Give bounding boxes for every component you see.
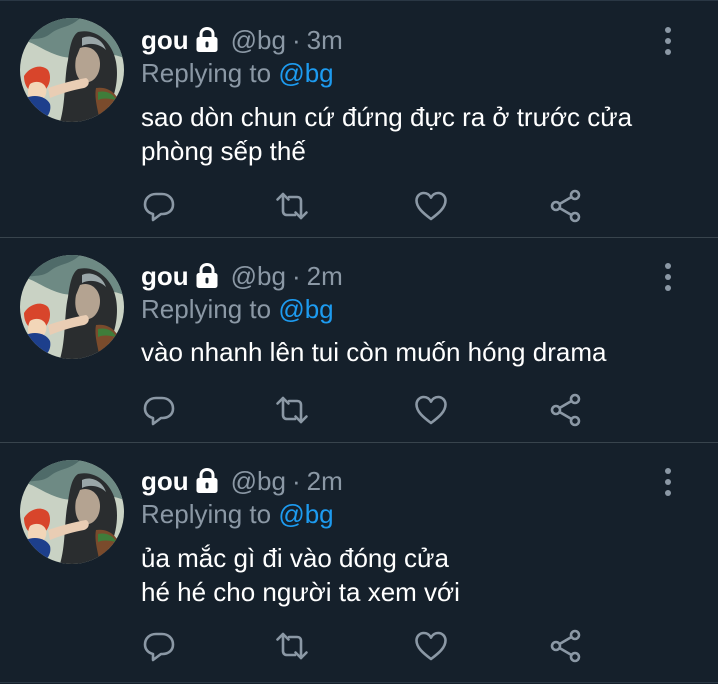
- retweet-icon[interactable]: [274, 188, 310, 224]
- tweet-text-line: hé hé cho người ta xem với: [141, 577, 460, 607]
- tweet-text: ủa mắc gì đi vào đóng cửa hé hé cho ngườ…: [141, 541, 678, 609]
- lock-icon: [195, 263, 219, 289]
- tweet-text-line: vào nhanh lên tui còn muốn hóng drama: [141, 337, 607, 367]
- tweet-text: sao dòn chun cứ đứng đực ra ở trước cửa …: [141, 100, 678, 168]
- handle[interactable]: @bg: [231, 260, 286, 292]
- tweet[interactable]: gou @bg · 2m Replying to @bg ủa mắc gì đ…: [0, 443, 718, 683]
- avatar[interactable]: [20, 18, 124, 122]
- share-icon[interactable]: [548, 188, 584, 224]
- lock-icon: [195, 27, 219, 53]
- action-bar: [141, 392, 591, 428]
- tweet-header: gou @bg · 2m: [141, 260, 343, 292]
- tweet-header: gou @bg · 3m: [141, 24, 343, 56]
- display-name[interactable]: gou: [141, 260, 189, 292]
- handle[interactable]: @bg: [231, 465, 286, 497]
- more-vertical-icon[interactable]: [662, 262, 674, 292]
- action-bar: [141, 628, 591, 664]
- timestamp[interactable]: 3m: [307, 24, 343, 56]
- separator: ·: [291, 25, 301, 55]
- tweet[interactable]: gou @bg · 2m Replying to @bg vào nhanh l…: [0, 238, 718, 443]
- mention-link[interactable]: @bg: [278, 499, 333, 529]
- separator: ·: [291, 261, 301, 291]
- tweet-text-line: sao dòn chun cứ đứng đực ra ở trước cửa: [141, 102, 633, 132]
- reply-icon[interactable]: [141, 628, 177, 664]
- replying-to-label: Replying to: [141, 294, 272, 324]
- tweet-text-line: ủa mắc gì đi vào đóng cửa: [141, 543, 449, 573]
- reply-icon[interactable]: [141, 188, 177, 224]
- more-vertical-icon[interactable]: [662, 26, 674, 56]
- more-vertical-icon[interactable]: [662, 467, 674, 497]
- tweet[interactable]: gou @bg · 3m Replying to @bg sao dòn chu…: [0, 1, 718, 238]
- heart-icon[interactable]: [413, 188, 449, 224]
- avatar[interactable]: [20, 460, 124, 564]
- replying-to-label: Replying to: [141, 58, 272, 88]
- reply-thread: gou @bg · 3m Replying to @bg sao dòn chu…: [0, 0, 718, 684]
- mention-link[interactable]: @bg: [278, 58, 333, 88]
- separator: ·: [291, 466, 301, 496]
- tweet-text-line: phòng sếp thế: [141, 136, 306, 166]
- display-name[interactable]: gou: [141, 24, 189, 56]
- retweet-icon[interactable]: [274, 392, 310, 428]
- heart-icon[interactable]: [413, 628, 449, 664]
- timestamp[interactable]: 2m: [307, 260, 343, 292]
- avatar[interactable]: [20, 255, 124, 359]
- replying-to: Replying to @bg: [141, 498, 334, 530]
- reply-icon[interactable]: [141, 392, 177, 428]
- share-icon[interactable]: [548, 628, 584, 664]
- handle[interactable]: @bg: [231, 24, 286, 56]
- action-bar: [141, 188, 591, 224]
- display-name[interactable]: gou: [141, 465, 189, 497]
- tweet-header: gou @bg · 2m: [141, 465, 343, 497]
- timestamp[interactable]: 2m: [307, 465, 343, 497]
- replying-to: Replying to @bg: [141, 293, 334, 325]
- replying-to-label: Replying to: [141, 499, 272, 529]
- retweet-icon[interactable]: [274, 628, 310, 664]
- heart-icon[interactable]: [413, 392, 449, 428]
- lock-icon: [195, 468, 219, 494]
- tweet-text: vào nhanh lên tui còn muốn hóng drama: [141, 335, 678, 369]
- share-icon[interactable]: [548, 392, 584, 428]
- mention-link[interactable]: @bg: [278, 294, 333, 324]
- replying-to: Replying to @bg: [141, 57, 334, 89]
